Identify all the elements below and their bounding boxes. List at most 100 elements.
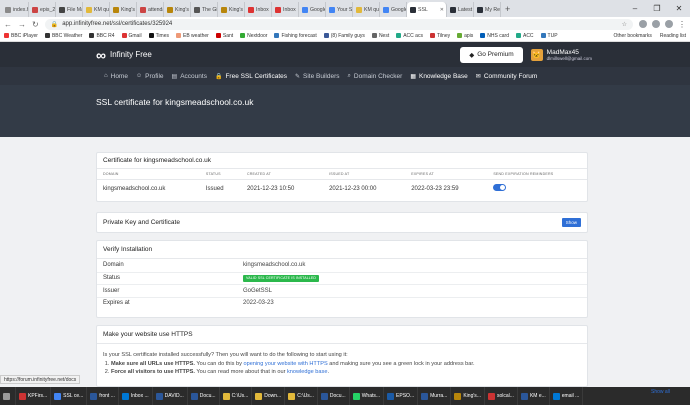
user-menu[interactable]: 🐱 MadMax45 dlmillswell@gmail.com — [530, 48, 592, 61]
browser-tab[interactable]: KM qu✕ — [353, 2, 380, 17]
nav-item[interactable]: ⌕ Domain Checker — [348, 73, 403, 80]
column-header: EXPIRES AT — [405, 169, 488, 180]
taskbar-item[interactable]: Murra... — [418, 387, 452, 405]
browser-tab[interactable]: The Gi✕ — [191, 2, 218, 17]
browser-tab[interactable]: epis_2(✕ — [29, 2, 56, 17]
extension-icon[interactable] — [652, 20, 660, 28]
browser-tab[interactable]: SSL ✕ — [407, 2, 447, 17]
taskbar-item[interactable]: Docu... — [318, 387, 350, 405]
browser-tab[interactable]: KM qu✕ — [83, 2, 110, 17]
browser-tab[interactable]: Inbox✕ — [245, 2, 272, 17]
taskbar-label: KM e... — [529, 393, 546, 399]
main-nav: ⌂ Home ☺ Profile ▤ Accounts 🔒 Free SSL Certific… — [0, 67, 690, 85]
browser-tab[interactable]: attenda✕ — [137, 2, 164, 17]
nav-item[interactable]: ⌂ Home — [104, 73, 128, 80]
bookmark-item[interactable]: Gmail — [121, 33, 142, 39]
browser-tab[interactable]: Google✕ — [299, 2, 326, 17]
browser-tab[interactable]: Google✕ — [380, 2, 407, 17]
bookmark-item[interactable]: NHS card — [480, 33, 509, 39]
taskbar-item[interactable]: KM e... — [518, 387, 550, 405]
bookmark-item[interactable]: BBC R4 — [89, 33, 115, 39]
bookmark-item[interactable]: ACC acs — [396, 33, 423, 39]
taskbar-item[interactable]: DAVID... — [153, 387, 188, 405]
bookmark-item[interactable]: (8) Family guys — [323, 33, 365, 39]
domain-label: Domain — [103, 262, 124, 269]
bookmark-folder[interactable]: Reading list — [660, 33, 686, 39]
bookmark-item[interactable]: EB weather — [176, 33, 209, 39]
browser-tab[interactable]: File Ma✕ — [56, 2, 83, 17]
browser-tab[interactable]: King's✕ — [218, 2, 245, 17]
bookmark-item[interactable]: BBC iPlayer — [4, 33, 38, 39]
browser-tab[interactable]: My Re✕ — [474, 2, 501, 17]
minimize-button[interactable]: – — [624, 0, 646, 17]
reminder-toggle[interactable] — [493, 184, 507, 191]
nav-item[interactable]: ▦ Knowledge Base — [410, 73, 467, 80]
taskbar-item[interactable]: email ... — [550, 387, 584, 405]
taskbar-item[interactable]: C:\Us... — [285, 387, 318, 405]
diamond-icon: ◆ — [469, 51, 475, 59]
url-field[interactable]: 🔒 app.infinityfree.net/ssl/certificates/… — [44, 18, 633, 30]
user-email: dlmillswell@gmail.com — [546, 55, 592, 61]
taskbar-item[interactable]: SSL ce... — [51, 387, 88, 405]
menu-dots-icon[interactable]: ⋮ — [678, 20, 686, 29]
site-logo[interactable]: ∞ Infinity Free — [96, 47, 152, 63]
bookmark-item[interactable]: Times — [148, 33, 169, 39]
bookmark-item[interactable]: apis — [457, 33, 473, 39]
profile-icon[interactable] — [665, 20, 673, 28]
nav-item[interactable]: ✉ Community Forum — [476, 73, 538, 80]
bookmark-favicon-icon — [429, 33, 435, 39]
issuer-label: Issuer — [103, 287, 120, 294]
open-https-link[interactable]: opening your website with HTTPS — [243, 361, 327, 367]
bookmark-item[interactable]: ACC — [515, 33, 534, 39]
knowledge-base-link[interactable]: knowledge base — [287, 369, 327, 375]
maximize-button[interactable]: ❐ — [646, 0, 668, 17]
bookmark-item[interactable]: Nest — [371, 33, 389, 39]
bookmark-item[interactable]: Sant — [215, 33, 233, 39]
nav-item[interactable]: ☺ Profile — [136, 73, 164, 80]
taskbar-item[interactable]: solcal... — [485, 387, 518, 405]
show-all-link[interactable]: Show all — [651, 389, 670, 395]
browser-tab[interactable]: Your S✕ — [326, 2, 353, 17]
taskbar-item[interactable] — [0, 387, 16, 405]
tab-label: index.h — [13, 6, 29, 13]
app-icon — [454, 392, 462, 400]
nav-item[interactable]: ▤ Accounts — [172, 73, 207, 80]
app-icon — [352, 392, 360, 400]
tab-close-icon[interactable]: ✕ — [440, 7, 446, 13]
lock-icon[interactable]: 🔒 — [51, 21, 58, 28]
close-window-button[interactable]: ✕ — [668, 0, 690, 17]
bookmark-label: BBC R4 — [96, 33, 115, 39]
nav-item[interactable]: ✎ Site Builders — [295, 73, 340, 80]
taskbar-item[interactable]: Whats... — [350, 387, 385, 405]
bookmark-item[interactable]: BBC Weather — [44, 33, 82, 39]
bookmark-item[interactable]: TUP — [540, 33, 558, 39]
taskbar-item[interactable]: King's... — [451, 387, 485, 405]
taskbar-item[interactable]: Inbox ... — [119, 387, 153, 405]
domain-value: kingsmeadschool.co.uk — [243, 262, 306, 269]
browser-tab[interactable]: King's✕ — [110, 2, 137, 17]
nav-item[interactable]: 🔒 Free SSL Certificates — [215, 73, 287, 80]
taskbar-item[interactable]: EPSO... — [384, 387, 419, 405]
go-premium-button[interactable]: ◆ Go Premium — [460, 46, 523, 63]
browser-tab[interactable]: Latest✕ — [447, 2, 474, 17]
show-button[interactable]: Show — [561, 218, 581, 227]
extension-icon[interactable] — [639, 20, 647, 28]
new-tab-button[interactable]: + — [501, 2, 514, 17]
table-row: kingsmeadschool.co.uk Issued 2021-12-23 … — [97, 180, 587, 198]
browser-tab[interactable]: King's✕ — [164, 2, 191, 17]
bookmark-folder[interactable]: Other bookmarks — [614, 33, 652, 39]
bookmark-item[interactable]: Fishing forecast — [274, 33, 317, 39]
reload-icon[interactable]: ↻ — [32, 20, 39, 29]
forward-icon[interactable]: → — [18, 20, 26, 29]
browser-tab[interactable]: index.h✕ — [2, 2, 29, 17]
taskbar-item[interactable]: Down... — [252, 387, 286, 405]
browser-tab[interactable]: Inbox✕ — [272, 2, 299, 17]
bookmark-item[interactable]: Nextdoor — [240, 33, 267, 39]
taskbar-item[interactable]: Docu... — [188, 387, 220, 405]
bookmark-item[interactable]: Tilney — [429, 33, 450, 39]
taskbar-item[interactable]: KPFirs... — [16, 387, 52, 405]
star-icon[interactable]: ☆ — [622, 21, 633, 28]
taskbar-item[interactable]: C:\Us... — [220, 387, 253, 405]
taskbar-item[interactable]: front ... — [87, 387, 119, 405]
back-icon[interactable]: ← — [4, 20, 12, 29]
